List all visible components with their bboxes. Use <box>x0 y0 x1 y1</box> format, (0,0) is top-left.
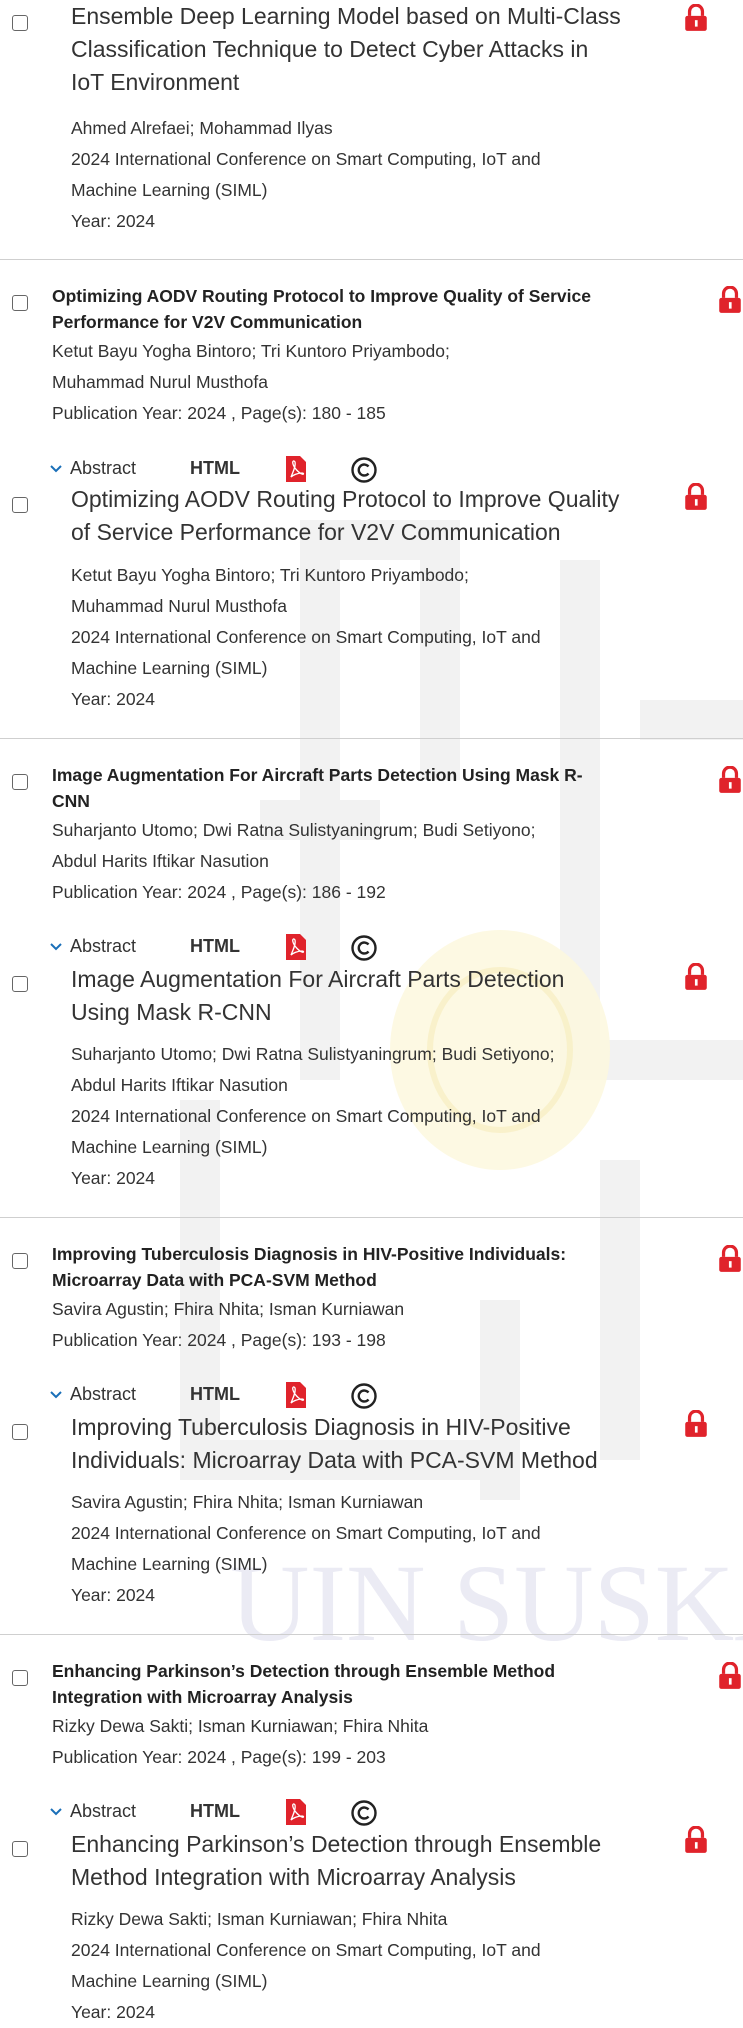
divider <box>0 738 743 739</box>
abstract-row: Abstract HTML <box>48 1381 388 1411</box>
year: Year: 2024 <box>71 1168 156 1188</box>
copyright-icon[interactable] <box>350 456 378 484</box>
conference[interactable]: 2024 International Conference on Smart C… <box>71 1101 554 1132</box>
result-title-link[interactable]: Improving Tuberculosis Diagnosis in HIV-… <box>71 1411 681 1477</box>
publication-info: Publication Year: 2024 , Page(s): 199 - … <box>52 1747 386 1767</box>
authors[interactable]: Ahmed Alrefaei; Mohammad Ilyas <box>71 113 541 144</box>
publication-info: Publication Year: 2024 , Page(s): 180 - … <box>52 403 386 423</box>
select-checkbox[interactable] <box>12 1253 28 1269</box>
conference[interactable]: 2024 International Conference on Smart C… <box>71 1935 541 1966</box>
result-meta: Savira Agustin; Fhira Nhita; Isman Kurni… <box>52 1294 404 1356</box>
authors[interactable]: Suharjanto Utomo; Dwi Ratna Sulistyaning… <box>52 815 535 846</box>
html-link[interactable]: HTML <box>190 936 240 957</box>
result-title-link[interactable]: Image Augmentation For Aircraft Parts De… <box>71 963 681 1029</box>
authors[interactable]: Abdul Harits Iftikar Nasution <box>52 846 535 877</box>
lock-icon <box>719 1245 741 1272</box>
conference[interactable]: Machine Learning (SIML) <box>71 1966 541 1997</box>
pdf-icon[interactable] <box>284 1381 308 1409</box>
select-checkbox[interactable] <box>12 1424 28 1440</box>
chevron-down-icon[interactable] <box>48 1804 64 1820</box>
year: Year: 2024 <box>71 211 156 231</box>
result-meta: Rizky Dewa Sakti; Isman Kurniawan; Fhira… <box>71 1904 541 2028</box>
conference[interactable]: Machine Learning (SIML) <box>71 1549 541 1580</box>
chevron-down-icon[interactable] <box>48 1387 64 1403</box>
authors[interactable]: Muhammad Nurul Musthofa <box>52 367 450 398</box>
result-title-link[interactable]: Optimizing AODV Routing Protocol to Impr… <box>71 483 681 549</box>
abstract-row: Abstract HTML <box>48 455 388 485</box>
lock-icon <box>719 766 741 793</box>
publication-info: Publication Year: 2024 , Page(s): 193 - … <box>52 1330 386 1350</box>
pdf-icon[interactable] <box>284 1798 308 1826</box>
abstract-toggle[interactable]: Abstract <box>70 1801 136 1822</box>
lock-icon <box>685 483 707 510</box>
authors[interactable]: Savira Agustin; Fhira Nhita; Isman Kurni… <box>71 1487 541 1518</box>
html-link[interactable]: HTML <box>190 458 240 479</box>
chevron-down-icon[interactable] <box>48 461 64 477</box>
select-checkbox[interactable] <box>12 976 28 992</box>
result-meta: Suharjanto Utomo; Dwi Ratna Sulistyaning… <box>71 1039 554 1194</box>
result-title-link[interactable]: Enhancing Parkinson’s Detection through … <box>71 1828 681 1894</box>
select-checkbox[interactable] <box>12 15 28 31</box>
authors[interactable]: Ketut Bayu Yogha Bintoro; Tri Kuntoro Pr… <box>71 560 541 591</box>
abstract-row: Abstract HTML <box>48 1798 388 1828</box>
lock-icon <box>685 1410 707 1437</box>
year: Year: 2024 <box>71 689 156 709</box>
authors[interactable]: Rizky Dewa Sakti; Isman Kurniawan; Fhira… <box>71 1904 541 1935</box>
year: Year: 2024 <box>71 1585 156 1605</box>
result-title-link[interactable]: Image Augmentation For Aircraft Parts De… <box>52 762 712 814</box>
result-meta: Savira Agustin; Fhira Nhita; Isman Kurni… <box>71 1487 541 1611</box>
conference[interactable]: Machine Learning (SIML) <box>71 1132 554 1163</box>
divider <box>0 259 743 260</box>
conference[interactable]: 2024 International Conference on Smart C… <box>71 622 541 653</box>
authors[interactable]: Suharjanto Utomo; Dwi Ratna Sulistyaning… <box>71 1039 554 1070</box>
result-meta: Ketut Bayu Yogha Bintoro; Tri Kuntoro Pr… <box>52 336 450 429</box>
chevron-down-icon[interactable] <box>48 939 64 955</box>
year: Year: 2024 <box>71 2002 156 2022</box>
divider <box>0 1634 743 1635</box>
html-link[interactable]: HTML <box>190 1801 240 1822</box>
lock-icon <box>685 4 707 31</box>
result-meta: Ahmed Alrefaei; Mohammad Ilyas 2024 Inte… <box>71 113 541 237</box>
select-checkbox[interactable] <box>12 774 28 790</box>
divider <box>0 1217 743 1218</box>
conference[interactable]: 2024 International Conference on Smart C… <box>71 144 541 175</box>
conference[interactable]: Machine Learning (SIML) <box>71 653 541 684</box>
authors[interactable]: Abdul Harits Iftikar Nasution <box>71 1070 554 1101</box>
abstract-toggle[interactable]: Abstract <box>70 936 136 957</box>
conference[interactable]: Machine Learning (SIML) <box>71 175 541 206</box>
copyright-icon[interactable] <box>350 1382 378 1410</box>
result-title-link[interactable]: Optimizing AODV Routing Protocol to Impr… <box>52 283 712 335</box>
authors[interactable]: Savira Agustin; Fhira Nhita; Isman Kurni… <box>52 1294 404 1325</box>
result-meta: Ketut Bayu Yogha Bintoro; Tri Kuntoro Pr… <box>71 560 541 715</box>
select-checkbox[interactable] <box>12 497 28 513</box>
result-title-link[interactable]: Improving Tuberculosis Diagnosis in HIV-… <box>52 1241 712 1293</box>
lock-icon <box>719 1662 741 1689</box>
result-title-link[interactable]: Enhancing Parkinson’s Detection through … <box>52 1658 712 1710</box>
result-meta: Rizky Dewa Sakti; Isman Kurniawan; Fhira… <box>52 1711 428 1773</box>
lock-icon <box>719 286 741 313</box>
lock-icon <box>685 1826 707 1853</box>
publication-info: Publication Year: 2024 , Page(s): 186 - … <box>52 882 386 902</box>
abstract-toggle[interactable]: Abstract <box>70 458 136 479</box>
abstract-toggle[interactable]: Abstract <box>70 1384 136 1405</box>
select-checkbox[interactable] <box>12 1670 28 1686</box>
select-checkbox[interactable] <box>12 295 28 311</box>
pdf-icon[interactable] <box>284 933 308 961</box>
conference[interactable]: 2024 International Conference on Smart C… <box>71 1518 541 1549</box>
abstract-row: Abstract HTML <box>48 933 388 963</box>
pdf-icon[interactable] <box>284 455 308 483</box>
authors[interactable]: Ketut Bayu Yogha Bintoro; Tri Kuntoro Pr… <box>52 336 450 367</box>
result-meta: Suharjanto Utomo; Dwi Ratna Sulistyaning… <box>52 815 535 908</box>
authors[interactable]: Muhammad Nurul Musthofa <box>71 591 541 622</box>
copyright-icon[interactable] <box>350 1799 378 1827</box>
lock-icon <box>685 963 707 990</box>
select-checkbox[interactable] <box>12 1841 28 1857</box>
authors[interactable]: Rizky Dewa Sakti; Isman Kurniawan; Fhira… <box>52 1711 428 1742</box>
html-link[interactable]: HTML <box>190 1384 240 1405</box>
result-title-link[interactable]: Ensemble Deep Learning Model based on Mu… <box>71 0 681 99</box>
copyright-icon[interactable] <box>350 934 378 962</box>
